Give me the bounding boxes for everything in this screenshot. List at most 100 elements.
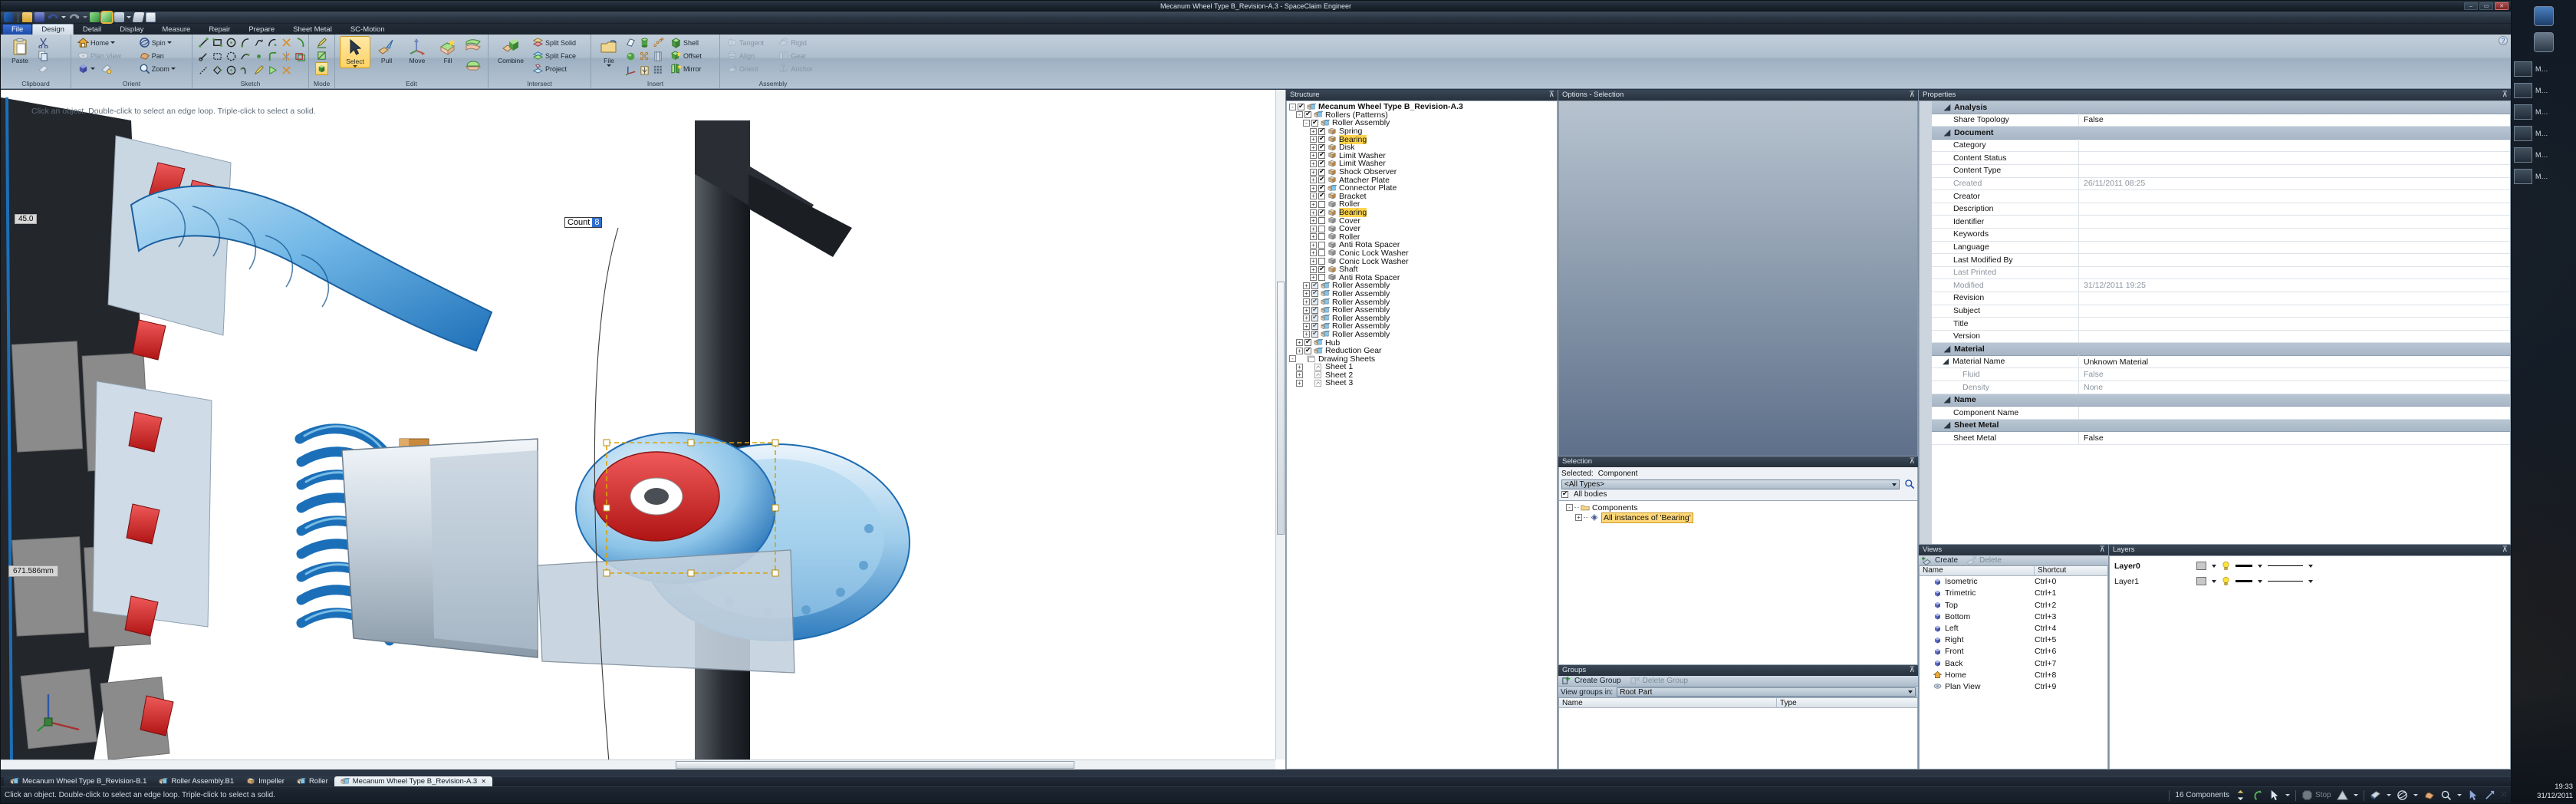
structure-tree-node[interactable]: + Roller Assembly [1289,288,1557,298]
document-tab[interactable]: Roller [290,776,334,786]
expand-icon[interactable]: + [1310,233,1317,241]
save-icon[interactable] [35,12,44,22]
tangent-button[interactable]: Tangent [725,36,774,49]
layer-color-swatch[interactable] [2196,562,2206,571]
expand-icon[interactable]: + [1303,290,1310,298]
expand-icon[interactable]: + [1310,160,1317,167]
visibility-checkbox[interactable] [1304,346,1311,354]
layers-rows[interactable]: Layer0 Layer1 [2110,556,2510,589]
undo-arrow-icon[interactable] [2252,789,2263,801]
section-mode-button[interactable] [315,49,328,62]
document-tab-bar[interactable]: Mecanum Wheel Type B_Revision-B.1 Roller… [1,776,2511,786]
all-bodies-row[interactable]: All bodies [1561,489,1915,499]
layer-row[interactable]: Layer0 [2110,559,2510,574]
collapse-icon[interactable]: - [1303,119,1310,127]
taskbar-item[interactable]: M… [2512,58,2576,80]
insert-file-button[interactable]: File [596,36,622,67]
viewport-vertical-scrollbar[interactable] [1275,90,1285,760]
view-groups-in-combobox[interactable]: Root Part [1617,687,1916,697]
property-row[interactable]: Content Type [1932,164,2510,178]
circle-tool[interactable] [225,36,238,49]
structure-tree-node[interactable]: + Roller Assembly [1289,281,1557,290]
bulb-icon[interactable] [2222,576,2230,586]
home-button[interactable]: Home [76,36,135,49]
undo-chevron-down-icon[interactable] [61,16,66,18]
expand-icon[interactable]: + [1296,379,1303,387]
spin-chevron-down-icon[interactable] [2413,794,2418,796]
pan-button[interactable]: Pan [137,49,187,62]
layer-line-style[interactable] [2268,581,2303,582]
sweep-icon[interactable] [132,12,145,22]
redo-chevron-down-icon[interactable] [83,16,87,18]
warning-chevron-down-icon[interactable] [2353,794,2358,796]
tab-file[interactable]: File [2,24,33,35]
split-face-button[interactable]: Split Face [531,49,577,62]
property-row[interactable]: Fluid False [1932,367,2510,382]
expand-icon[interactable]: + [1296,363,1303,371]
align-button[interactable]: Align [725,49,774,62]
cursor-chevron-down-icon[interactable] [2285,794,2291,796]
structure-tree-node[interactable]: + Limit Washer [1289,159,1557,168]
viewport-horizontal-scrollbar[interactable] [1,760,1275,769]
view-row[interactable]: Home Ctrl+8 [1920,669,2107,680]
layer-line-weight[interactable] [2235,580,2252,583]
delete-view-button[interactable]: Delete [1966,555,2002,566]
layer-color-swatch[interactable] [2196,577,2206,586]
property-row[interactable]: Component Name [1932,406,2510,420]
search-icon[interactable] [1904,479,1915,489]
surface-mode-icon[interactable] [100,11,114,24]
spline-edit-tool[interactable] [239,64,252,77]
property-row[interactable]: Sheet Metal False [1932,431,2510,446]
section-icon[interactable] [114,12,124,22]
spin-button[interactable]: Spin [137,36,187,49]
expand-icon[interactable]: + [1310,193,1317,200]
tab-detail[interactable]: Detail [74,24,110,35]
structure-tree-node[interactable]: + Roller Assembly [1289,305,1557,315]
document-tab[interactable]: Mecanum Wheel Type B_Revision-A.3 ✕ [334,776,492,786]
fill-button[interactable]: Fill [433,36,462,64]
chevron-down-icon[interactable] [2258,564,2262,568]
chevron-down-icon[interactable] [2258,579,2262,583]
expand-icon[interactable]: + [1296,347,1303,354]
views-table[interactable]: Name Shortcut Isometric Ctrl+0 Trimetric C… [1919,565,2108,769]
mirror-button[interactable]: Mirror [669,62,703,75]
all-bodies-checkbox[interactable] [1561,489,1568,498]
visibility-checkbox[interactable] [1311,118,1318,127]
taskbar-items[interactable]: M… M… M… M… M… M… [2512,58,2576,187]
view-row[interactable]: Isometric Ctrl+0 [1920,576,2107,588]
view-row[interactable]: Left Ctrl+4 [1920,622,2107,634]
minimize-button[interactable]: – [2464,2,2478,10]
structure-tree-node[interactable]: + Cover [1289,224,1557,233]
visibility-checkbox[interactable] [1304,110,1311,119]
warning-icon[interactable] [2336,789,2348,801]
property-value[interactable]: 26/11/2011 08:25 [2079,179,2510,188]
bulb-icon[interactable] [2222,561,2230,571]
expand-icon[interactable]: + [1296,339,1303,347]
corner-tool[interactable] [266,50,279,63]
property-category-row[interactable]: ◢ Document [1932,127,2510,140]
trim-away-tool[interactable] [280,50,293,63]
views-rows[interactable]: Isometric Ctrl+0 Trimetric Ctrl+1 Top Ctrl+… [1920,576,2107,693]
expand-icon[interactable]: + [1303,298,1310,306]
structure-tree-node[interactable]: + Shock Observer [1289,167,1557,176]
visibility-checkbox[interactable] [1318,249,1325,257]
expand-icon[interactable]: + [1303,282,1310,289]
zoom-chevron-down-icon[interactable] [2456,794,2462,796]
select-chevron-down-icon[interactable] [353,65,357,68]
pencil-tool[interactable] [252,64,265,77]
create-group-button[interactable]: Create Group [1561,675,1621,687]
visibility-checkbox[interactable] [1318,233,1325,241]
zoom-button[interactable]: Zoom [137,62,187,75]
zoom-icon[interactable] [2440,789,2452,801]
pin-icon[interactable]: ⊼ [1549,91,1554,100]
delete-group-button[interactable]: Delete Group [1629,675,1688,687]
chevron-down-icon[interactable] [1908,690,1913,694]
property-row[interactable]: Content Status [1932,151,2510,165]
type-filter-combobox[interactable]: <All Types> [1561,479,1900,489]
visibility-checkbox[interactable] [1311,329,1318,338]
properties-icon[interactable] [146,12,156,22]
layer-line-style[interactable] [2268,565,2303,567]
move-button[interactable]: Move [403,36,432,64]
taskbar-item[interactable]: M… [2512,144,2576,166]
visibility-checkbox[interactable] [1318,225,1325,232]
